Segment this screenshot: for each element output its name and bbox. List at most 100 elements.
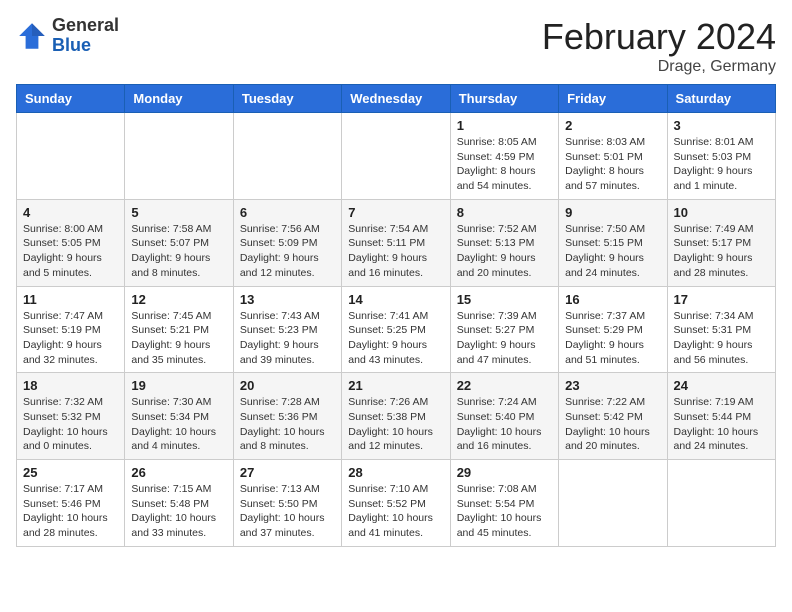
- logo: General Blue: [16, 16, 119, 56]
- day-info: Sunrise: 7:32 AM Sunset: 5:32 PM Dayligh…: [23, 395, 118, 454]
- calendar-header-tuesday: Tuesday: [233, 85, 341, 113]
- calendar-cell: [125, 113, 233, 200]
- day-number: 1: [457, 118, 552, 133]
- day-number: 20: [240, 378, 335, 393]
- day-number: 24: [674, 378, 769, 393]
- calendar-cell: 11 Sunrise: 7:47 AM Sunset: 5:19 PM Dayli…: [17, 286, 125, 373]
- calendar-cell: 2 Sunrise: 8:03 AM Sunset: 5:01 PM Daylig…: [559, 113, 667, 200]
- logo-general: General: [52, 15, 119, 35]
- day-number: 4: [23, 205, 118, 220]
- day-info: Sunrise: 7:39 AM Sunset: 5:27 PM Dayligh…: [457, 309, 552, 368]
- calendar-cell: 14 Sunrise: 7:41 AM Sunset: 5:25 PM Dayli…: [342, 286, 450, 373]
- day-info: Sunrise: 7:52 AM Sunset: 5:13 PM Dayligh…: [457, 222, 552, 281]
- day-number: 6: [240, 205, 335, 220]
- day-number: 16: [565, 292, 660, 307]
- day-number: 8: [457, 205, 552, 220]
- calendar-cell: 3 Sunrise: 8:01 AM Sunset: 5:03 PM Daylig…: [667, 113, 775, 200]
- title-block: February 2024 Drage, Germany: [542, 16, 776, 76]
- day-info: Sunrise: 7:41 AM Sunset: 5:25 PM Dayligh…: [348, 309, 443, 368]
- calendar-header-monday: Monday: [125, 85, 233, 113]
- calendar-cell: 24 Sunrise: 7:19 AM Sunset: 5:44 PM Dayli…: [667, 373, 775, 460]
- calendar-cell: 28 Sunrise: 7:10 AM Sunset: 5:52 PM Dayli…: [342, 460, 450, 547]
- calendar-week-row: 25 Sunrise: 7:17 AM Sunset: 5:46 PM Dayli…: [17, 460, 776, 547]
- day-info: Sunrise: 7:08 AM Sunset: 5:54 PM Dayligh…: [457, 482, 552, 541]
- calendar-cell: 10 Sunrise: 7:49 AM Sunset: 5:17 PM Dayli…: [667, 199, 775, 286]
- day-info: Sunrise: 7:50 AM Sunset: 5:15 PM Dayligh…: [565, 222, 660, 281]
- calendar-header-sunday: Sunday: [17, 85, 125, 113]
- day-number: 29: [457, 465, 552, 480]
- day-info: Sunrise: 7:45 AM Sunset: 5:21 PM Dayligh…: [131, 309, 226, 368]
- calendar-header-row: SundayMondayTuesdayWednesdayThursdayFrid…: [17, 85, 776, 113]
- day-number: 22: [457, 378, 552, 393]
- day-number: 9: [565, 205, 660, 220]
- day-info: Sunrise: 7:15 AM Sunset: 5:48 PM Dayligh…: [131, 482, 226, 541]
- calendar-header-friday: Friday: [559, 85, 667, 113]
- calendar-cell: 1 Sunrise: 8:05 AM Sunset: 4:59 PM Daylig…: [450, 113, 558, 200]
- calendar-cell: 13 Sunrise: 7:43 AM Sunset: 5:23 PM Dayli…: [233, 286, 341, 373]
- day-info: Sunrise: 7:30 AM Sunset: 5:34 PM Dayligh…: [131, 395, 226, 454]
- day-number: 17: [674, 292, 769, 307]
- calendar-header-saturday: Saturday: [667, 85, 775, 113]
- day-number: 12: [131, 292, 226, 307]
- logo-text: General Blue: [52, 16, 119, 56]
- calendar-week-row: 4Sunrise: 8:00 AM Sunset: 5:05 PM Daylig…: [17, 199, 776, 286]
- day-number: 14: [348, 292, 443, 307]
- calendar-cell: 25 Sunrise: 7:17 AM Sunset: 5:46 PM Dayli…: [17, 460, 125, 547]
- day-info: Sunrise: 7:17 AM Sunset: 5:46 PM Dayligh…: [23, 482, 118, 541]
- day-info: Sunrise: 7:54 AM Sunset: 5:11 PM Dayligh…: [348, 222, 443, 281]
- day-info: Sunrise: 7:49 AM Sunset: 5:17 PM Dayligh…: [674, 222, 769, 281]
- calendar-cell: 27Sunrise: 7:13 AM Sunset: 5:50 PM Dayli…: [233, 460, 341, 547]
- calendar-cell: 16Sunrise: 7:37 AM Sunset: 5:29 PM Dayli…: [559, 286, 667, 373]
- logo-blue: Blue: [52, 35, 91, 55]
- calendar-week-row: 11 Sunrise: 7:47 AM Sunset: 5:19 PM Dayli…: [17, 286, 776, 373]
- calendar-header-wednesday: Wednesday: [342, 85, 450, 113]
- calendar-cell: 20 Sunrise: 7:28 AM Sunset: 5:36 PM Dayli…: [233, 373, 341, 460]
- day-info: Sunrise: 7:28 AM Sunset: 5:36 PM Dayligh…: [240, 395, 335, 454]
- location: Drage, Germany: [542, 58, 776, 76]
- day-number: 5: [131, 205, 226, 220]
- calendar-cell: 4Sunrise: 8:00 AM Sunset: 5:05 PM Daylig…: [17, 199, 125, 286]
- day-number: 18: [23, 378, 118, 393]
- day-info: Sunrise: 7:47 AM Sunset: 5:19 PM Dayligh…: [23, 309, 118, 368]
- calendar-header-thursday: Thursday: [450, 85, 558, 113]
- calendar-cell: 26 Sunrise: 7:15 AM Sunset: 5:48 PM Dayli…: [125, 460, 233, 547]
- day-info: Sunrise: 7:43 AM Sunset: 5:23 PM Dayligh…: [240, 309, 335, 368]
- calendar-cell: 7 Sunrise: 7:54 AM Sunset: 5:11 PM Daylig…: [342, 199, 450, 286]
- day-info: Sunrise: 7:26 AM Sunset: 5:38 PM Dayligh…: [348, 395, 443, 454]
- calendar-cell: 5 Sunrise: 7:58 AM Sunset: 5:07 PM Daylig…: [125, 199, 233, 286]
- day-number: 13: [240, 292, 335, 307]
- day-number: 25: [23, 465, 118, 480]
- calendar-cell: [233, 113, 341, 200]
- day-info: Sunrise: 7:58 AM Sunset: 5:07 PM Dayligh…: [131, 222, 226, 281]
- day-info: Sunrise: 7:10 AM Sunset: 5:52 PM Dayligh…: [348, 482, 443, 541]
- day-number: 7: [348, 205, 443, 220]
- calendar-cell: 22 Sunrise: 7:24 AM Sunset: 5:40 PM Dayli…: [450, 373, 558, 460]
- day-number: 28: [348, 465, 443, 480]
- calendar-cell: 18 Sunrise: 7:32 AM Sunset: 5:32 PM Dayli…: [17, 373, 125, 460]
- logo-icon: [16, 20, 48, 52]
- calendar-cell: 17 Sunrise: 7:34 AM Sunset: 5:31 PM Dayli…: [667, 286, 775, 373]
- day-info: Sunrise: 7:24 AM Sunset: 5:40 PM Dayligh…: [457, 395, 552, 454]
- calendar-cell: 21Sunrise: 7:26 AM Sunset: 5:38 PM Dayli…: [342, 373, 450, 460]
- day-number: 11: [23, 292, 118, 307]
- day-info: Sunrise: 7:34 AM Sunset: 5:31 PM Dayligh…: [674, 309, 769, 368]
- day-number: 2: [565, 118, 660, 133]
- calendar: SundayMondayTuesdayWednesdayThursdayFrid…: [16, 84, 776, 547]
- calendar-cell: 6 Sunrise: 7:56 AM Sunset: 5:09 PM Daylig…: [233, 199, 341, 286]
- day-info: Sunrise: 7:13 AM Sunset: 5:50 PM Dayligh…: [240, 482, 335, 541]
- calendar-cell: [17, 113, 125, 200]
- calendar-cell: [342, 113, 450, 200]
- day-info: Sunrise: 8:05 AM Sunset: 4:59 PM Dayligh…: [457, 135, 552, 194]
- day-info: Sunrise: 8:01 AM Sunset: 5:03 PM Dayligh…: [674, 135, 769, 194]
- calendar-cell: [559, 460, 667, 547]
- day-number: 26: [131, 465, 226, 480]
- day-number: 3: [674, 118, 769, 133]
- calendar-cell: 19Sunrise: 7:30 AM Sunset: 5:34 PM Dayli…: [125, 373, 233, 460]
- calendar-cell: 29 Sunrise: 7:08 AM Sunset: 5:54 PM Dayli…: [450, 460, 558, 547]
- day-info: Sunrise: 7:19 AM Sunset: 5:44 PM Dayligh…: [674, 395, 769, 454]
- day-info: Sunrise: 7:56 AM Sunset: 5:09 PM Dayligh…: [240, 222, 335, 281]
- day-info: Sunrise: 8:03 AM Sunset: 5:01 PM Dayligh…: [565, 135, 660, 194]
- day-info: Sunrise: 7:22 AM Sunset: 5:42 PM Dayligh…: [565, 395, 660, 454]
- day-number: 10: [674, 205, 769, 220]
- day-number: 15: [457, 292, 552, 307]
